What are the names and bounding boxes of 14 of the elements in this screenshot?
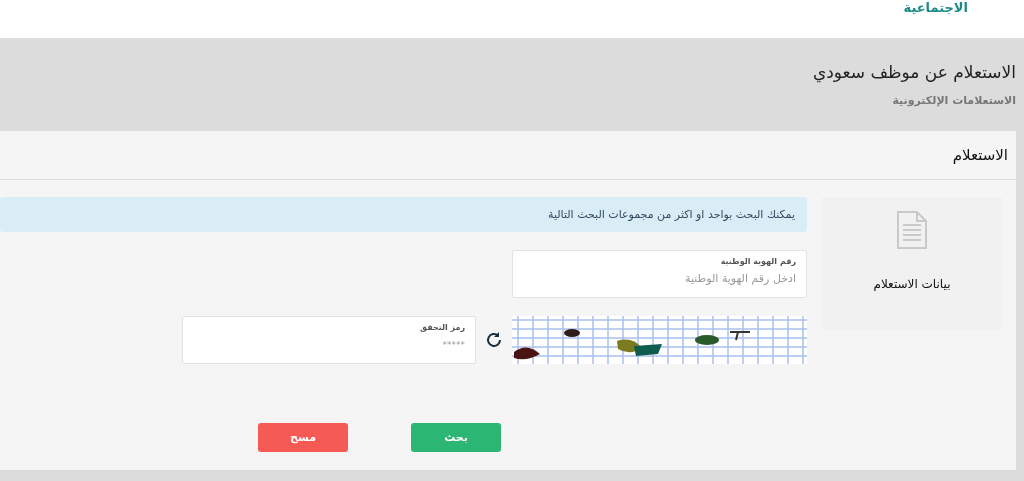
verification-code-field[interactable]: رمز التحقق *****: [182, 316, 476, 364]
captcha-field[interactable]: *****: [193, 338, 465, 351]
sidebar-item[interactable]: بيانات الاستعلام: [873, 277, 951, 291]
field-label: رمز التحقق: [418, 323, 465, 332]
card-title: الاستعلام: [952, 146, 1008, 164]
page-title: الاستعلام عن موظف سعودي: [811, 62, 1016, 82]
national-id-field[interactable]: رقم الهوية الوطنية ادخل رقم الهوية الوطنية: [512, 250, 807, 298]
field-label: رقم الهوية الوطنية: [719, 257, 796, 266]
header-link[interactable]: الاجتماعية: [903, 0, 968, 15]
refresh-icon[interactable]: [485, 331, 503, 349]
breadcrumb: الاستعلامات الإلكترونية: [891, 94, 1016, 107]
input-field[interactable]: ادخل رقم الهوية الوطنية: [523, 272, 796, 285]
document-icon: [897, 211, 927, 249]
info-alert: يمكنك البحث بواحد او اكثر من مجموعات البحث التالية: [0, 197, 807, 232]
